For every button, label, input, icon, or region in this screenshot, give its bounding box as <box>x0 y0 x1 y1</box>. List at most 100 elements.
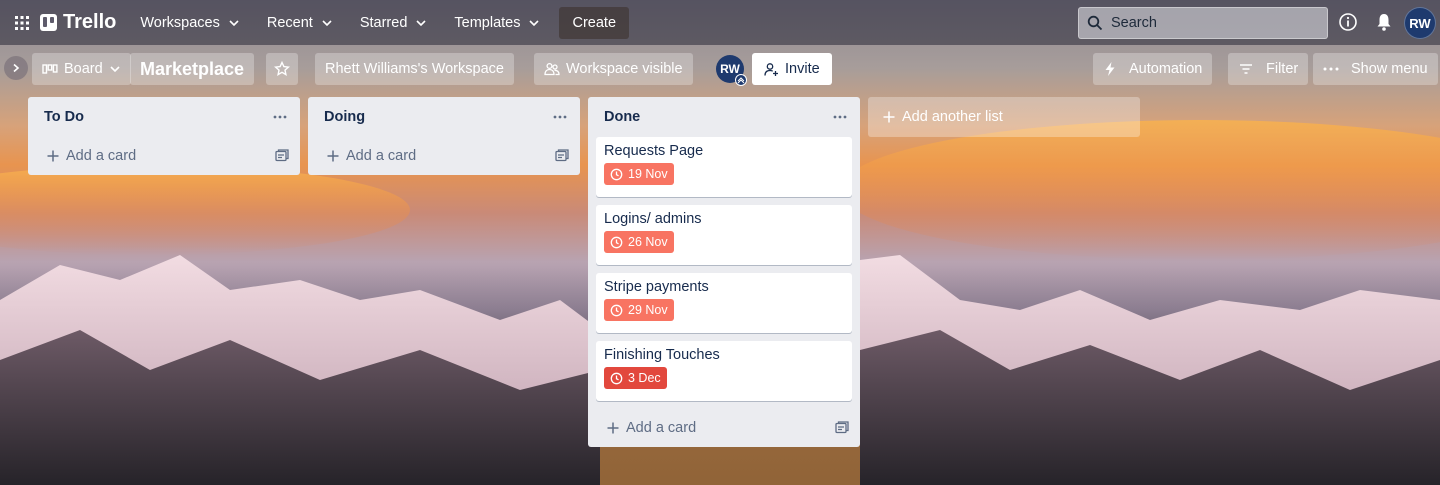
admin-badge-icon <box>735 74 747 86</box>
clock-icon <box>610 304 623 316</box>
card-template-icon[interactable] <box>554 148 570 164</box>
info-button[interactable] <box>1337 11 1359 33</box>
list-footer: Add a card <box>28 137 300 175</box>
card[interactable]: Logins/ admins 26 Nov <box>596 205 852 265</box>
app-switcher-button[interactable] <box>6 7 38 39</box>
more-horizontal-icon <box>833 115 847 119</box>
add-card-button[interactable]: Add a card <box>318 148 416 164</box>
show-menu-button[interactable]: Show menu <box>1313 53 1438 85</box>
info-icon <box>1339 13 1357 31</box>
list-title[interactable]: Done <box>604 109 640 125</box>
clock-icon <box>610 372 623 384</box>
nav-workspaces-label: Workspaces <box>140 14 220 31</box>
search-input[interactable]: Search <box>1078 7 1328 39</box>
list-header: Done <box>588 97 860 137</box>
list-footer: Add a card <box>308 137 580 175</box>
list-footer: Add a card <box>588 409 860 447</box>
add-card-button[interactable]: Add a card <box>598 420 696 436</box>
search-placeholder: Search <box>1111 15 1157 31</box>
list-title[interactable]: Doing <box>324 109 365 125</box>
card-title: Stripe payments <box>604 279 709 295</box>
add-card-button[interactable]: Add a card <box>38 148 136 164</box>
due-date-text: 19 Nov <box>628 167 668 181</box>
list-header: To Do <box>28 97 300 137</box>
people-icon <box>544 62 560 76</box>
filter-label: Filter <box>1266 61 1299 77</box>
list-actions-button[interactable] <box>548 105 572 129</box>
invite-button[interactable]: Invite <box>752 53 832 85</box>
add-list-button[interactable]: Add another list <box>868 97 1140 137</box>
board-view-label: Board <box>64 61 103 77</box>
list-actions-button[interactable] <box>828 105 852 129</box>
card[interactable]: Requests Page 19 Nov <box>596 137 852 197</box>
notifications-button[interactable] <box>1373 11 1395 33</box>
due-date-badge[interactable]: 3 Dec <box>604 367 667 389</box>
filter-button[interactable]: Filter <box>1228 53 1309 85</box>
trello-logo-icon <box>40 14 57 31</box>
clock-icon <box>610 236 623 248</box>
card[interactable]: Stripe payments 29 Nov <box>596 273 852 333</box>
star-icon <box>274 61 290 76</box>
show-menu-label: Show menu <box>1351 61 1428 77</box>
card-list: Requests Page 19 Nov Logins/ admins 26 N… <box>588 137 860 401</box>
board-view-switcher[interactable]: Board <box>32 53 131 85</box>
add-list-label: Add another list <box>902 109 1003 125</box>
list-todo: To Do Add a card <box>28 97 300 175</box>
visibility-label: Workspace visible <box>566 61 683 77</box>
nav-recent-menu[interactable]: Recent <box>257 7 343 39</box>
chevron-down-icon <box>110 66 120 73</box>
due-date-text: 29 Nov <box>628 303 668 317</box>
card-template-icon[interactable] <box>274 148 290 164</box>
create-button[interactable]: Create <box>559 6 630 39</box>
plus-icon <box>883 111 895 123</box>
card-template-icon[interactable] <box>834 420 850 436</box>
plus-icon <box>47 150 59 162</box>
add-card-label: Add a card <box>626 420 697 436</box>
chevron-down-icon <box>322 19 332 26</box>
card[interactable]: Finishing Touches 3 Dec <box>596 341 852 401</box>
bell-icon <box>1377 14 1391 31</box>
due-date-text: 3 Dec <box>628 371 661 385</box>
board-view-icon <box>42 64 58 74</box>
member-avatar[interactable]: RW <box>716 55 747 86</box>
automation-button[interactable]: Automation <box>1093 53 1213 85</box>
sidebar-expand-button[interactable] <box>4 56 28 80</box>
nav-starred-menu[interactable]: Starred <box>350 7 438 39</box>
list-actions-button[interactable] <box>268 105 292 129</box>
add-person-icon <box>764 62 778 76</box>
star-board-button[interactable] <box>266 53 298 85</box>
visibility-button[interactable]: Workspace visible <box>534 53 693 85</box>
grid-icon <box>15 15 29 30</box>
plus-icon <box>607 422 619 434</box>
invite-label: Invite <box>785 61 820 77</box>
chevron-down-icon <box>416 19 426 26</box>
chevron-right-icon <box>13 63 20 73</box>
trello-logo[interactable]: Trello <box>40 11 116 34</box>
top-navigation-bar: Trello Workspaces Recent Starred Templat… <box>0 0 1440 45</box>
nav-templates-menu[interactable]: Templates <box>444 7 550 39</box>
user-avatar[interactable]: RW <box>1404 7 1436 39</box>
list-done: Done Requests Page 19 Nov Logins/ admins… <box>588 97 860 447</box>
due-date-text: 26 Nov <box>628 235 668 249</box>
more-horizontal-icon <box>1323 67 1339 71</box>
more-horizontal-icon <box>553 115 567 119</box>
list-title[interactable]: To Do <box>44 109 84 125</box>
due-date-badge[interactable]: 29 Nov <box>604 299 674 321</box>
list-header: Doing <box>308 97 580 137</box>
lightning-icon <box>1105 62 1115 76</box>
card-title: Finishing Touches <box>604 347 720 363</box>
board-title[interactable]: Marketplace <box>130 53 255 85</box>
due-date-badge[interactable]: 26 Nov <box>604 231 674 253</box>
add-card-label: Add a card <box>66 148 137 164</box>
add-card-label: Add a card <box>346 148 417 164</box>
workspace-button[interactable]: Rhett Williams's Workspace <box>315 53 514 85</box>
list-doing: Doing Add a card <box>308 97 580 175</box>
filter-icon <box>1240 64 1252 74</box>
nav-starred-label: Starred <box>359 14 408 31</box>
chevron-down-icon <box>229 19 239 26</box>
more-horizontal-icon <box>273 115 287 119</box>
clock-icon <box>610 168 623 180</box>
due-date-badge[interactable]: 19 Nov <box>604 163 674 185</box>
plus-icon <box>327 150 339 162</box>
nav-workspaces-menu[interactable]: Workspaces <box>130 7 250 39</box>
